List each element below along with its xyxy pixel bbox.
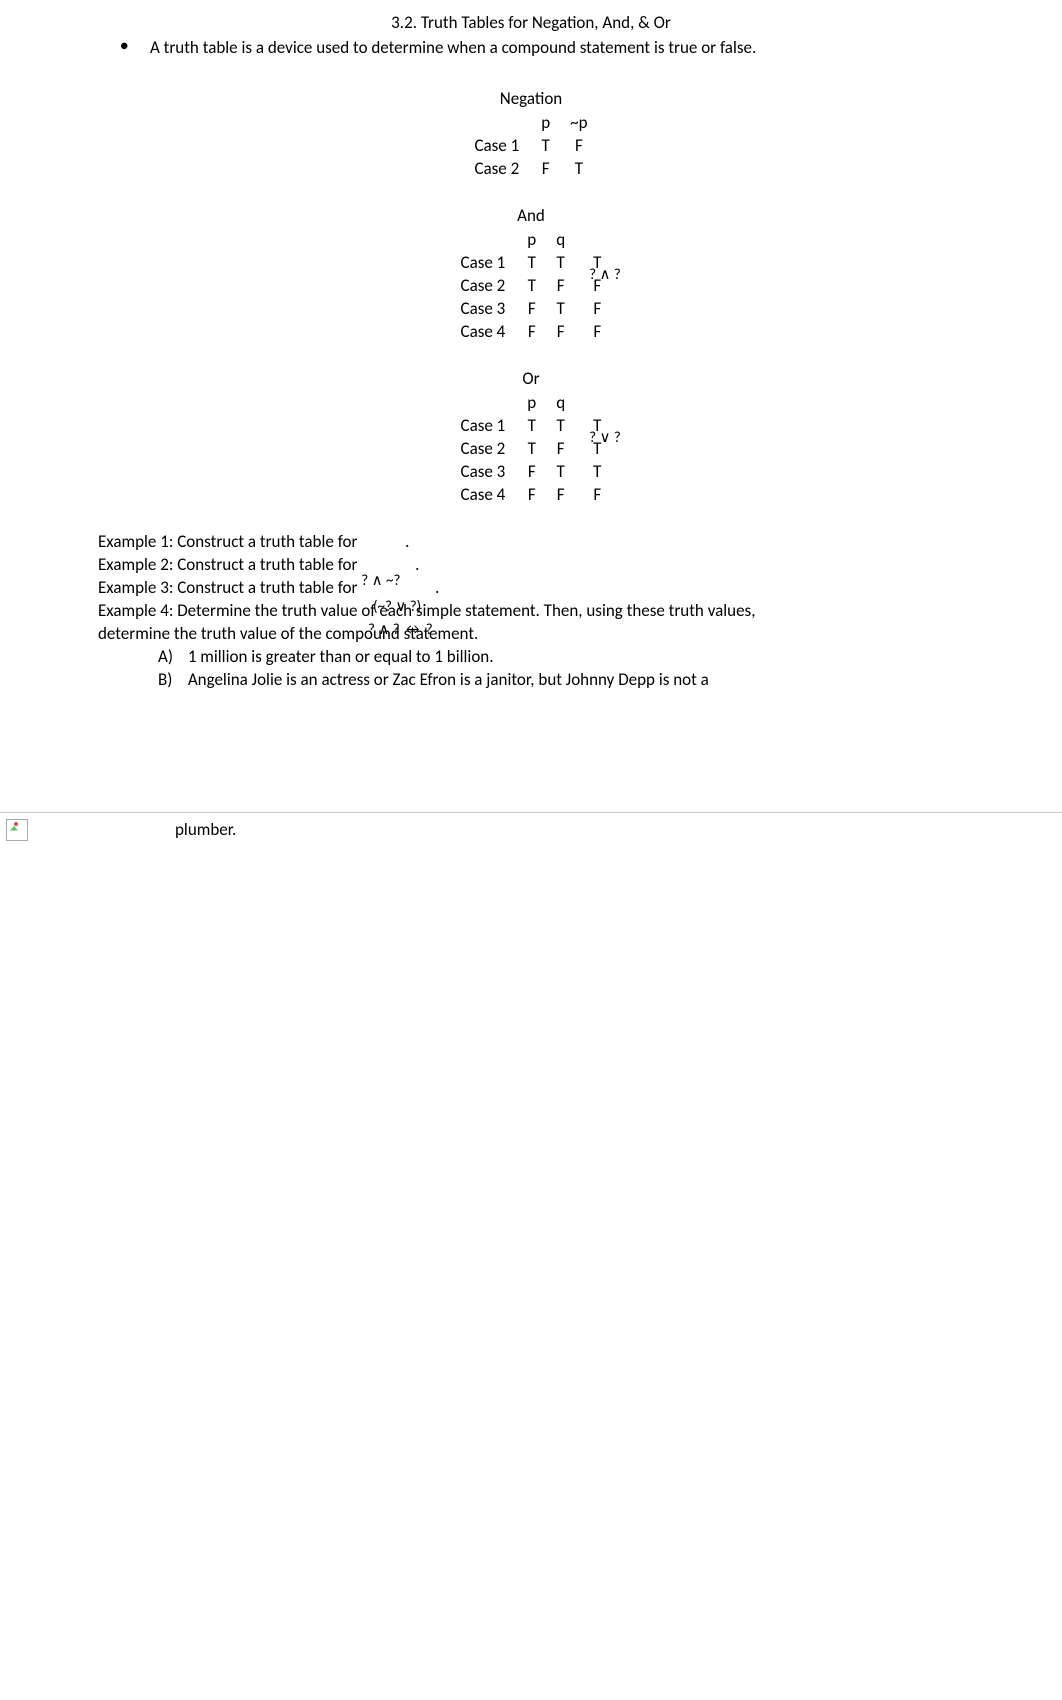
- table-row: Case 4 F F F: [451, 320, 612, 343]
- cell: T: [560, 157, 597, 180]
- table-row: Case 3 F T T: [451, 460, 612, 483]
- ex3-expr: ? ∧ ~?: [361, 571, 400, 591]
- option-a-text: 1 million is greater than or equal to 1 …: [188, 646, 494, 667]
- row-label: Case 2: [451, 437, 518, 460]
- example-4-line1: Example 4: Determine the truth value of …: [98, 600, 1002, 623]
- cell: F: [575, 483, 611, 506]
- cell: T: [517, 414, 546, 437]
- cell: T: [517, 274, 546, 297]
- cell: F: [575, 297, 611, 320]
- examples-block: Example 1: Construct a truth table for .…: [98, 531, 1002, 692]
- ex2-text: Example 2: Construct a truth table for: [98, 554, 361, 575]
- col-result: [575, 391, 611, 414]
- col-result: [575, 228, 611, 251]
- row-label: Case 2: [464, 157, 531, 180]
- cell: T: [546, 251, 575, 274]
- intro-text: A truth table is a device used to determ…: [150, 37, 756, 58]
- row-label: Case 3: [451, 297, 518, 320]
- and-header-row: p q: [451, 228, 612, 251]
- table-row: Case 2 F T: [464, 157, 597, 180]
- table-row: Case 4 F F F: [451, 483, 612, 506]
- bullet-dot: ●: [120, 37, 150, 58]
- continuation-text: plumber.: [175, 819, 236, 840]
- row-label: Case 1: [451, 251, 518, 274]
- or-title: Or: [271, 368, 791, 389]
- or-result-header: ? ∨ ?: [589, 428, 621, 447]
- cell: T: [546, 297, 575, 320]
- col-p: p: [531, 111, 560, 134]
- cell: T: [531, 134, 560, 157]
- cell: F: [560, 134, 597, 157]
- negation-title: Negation: [271, 88, 791, 109]
- cell: ? ∨ ? T: [575, 437, 611, 460]
- cell: F: [546, 320, 575, 343]
- table-row: Case 1 T T T: [451, 414, 612, 437]
- and-result-header: ? ∧ ?: [589, 265, 621, 284]
- cell: F: [517, 297, 546, 320]
- intro-bullet: ● A truth table is a device used to dete…: [120, 37, 1062, 58]
- ex4a-text: Example 4: Determine the truth value of …: [98, 600, 755, 621]
- row-label: Case 3: [451, 460, 518, 483]
- cell: F: [546, 437, 575, 460]
- ex2-trail: .: [415, 554, 419, 575]
- table-row: Case 1 T F: [464, 134, 597, 157]
- cell: F: [546, 483, 575, 506]
- page-break: plumber.: [0, 812, 1062, 842]
- row-label: Case 1: [464, 134, 531, 157]
- example-2: Example 2: Construct a truth table for .: [98, 554, 1002, 577]
- col-p: p: [517, 228, 546, 251]
- row-label: Case 1: [451, 414, 518, 437]
- negation-table: Negation p ~p Case 1 T F Case 2 F T: [271, 88, 791, 180]
- ex1-text: Example 1: Construct a truth table for: [98, 531, 361, 552]
- option-b: B) Angelina Jolie is an actress or Zac E…: [158, 669, 1002, 692]
- row-label: Case 4: [451, 483, 518, 506]
- example-4-line2: determine the truth value of the compoun…: [98, 623, 1002, 646]
- example-1: Example 1: Construct a truth table for .: [98, 531, 1002, 554]
- cell: T: [575, 460, 611, 483]
- col-p: p: [517, 391, 546, 414]
- cell: T: [517, 437, 546, 460]
- option-b-text: Angelina Jolie is an actress or Zac Efro…: [188, 669, 709, 690]
- blank: [464, 111, 531, 134]
- row-label: Case 4: [451, 320, 518, 343]
- cell: T: [546, 414, 575, 437]
- table-row: Case 1 T T T: [451, 251, 612, 274]
- ex1-trail: .: [405, 531, 409, 552]
- cell: F: [546, 274, 575, 297]
- negation-header-row: p ~p: [464, 111, 597, 134]
- ex3-text: Example 3: Construct a truth table for: [98, 577, 361, 598]
- cell: ? ∧ ? F: [575, 274, 611, 297]
- section-title: 3.2. Truth Tables for Negation, And, & O…: [0, 12, 1062, 33]
- cell: F: [575, 320, 611, 343]
- cell: T: [546, 460, 575, 483]
- col-notp: ~p: [560, 111, 597, 134]
- and-table: And p q Case 1 T T T Case 2 T F: [271, 205, 791, 343]
- or-table: Or p q Case 1 T T T Case 2 T F: [271, 368, 791, 506]
- or-header-row: p q: [451, 391, 612, 414]
- cell: F: [517, 320, 546, 343]
- cell: T: [517, 251, 546, 274]
- col-q: q: [546, 391, 575, 414]
- broken-image-icon: [6, 819, 28, 841]
- example-3: Example 3: Construct a truth table for ?…: [98, 577, 1002, 600]
- table-row: Case 2 T F ? ∧ ? F: [451, 274, 612, 297]
- ex4-overlay1: (~? ∨ ?): [373, 597, 421, 617]
- col-q: q: [546, 228, 575, 251]
- cell: F: [517, 460, 546, 483]
- cell: F: [517, 483, 546, 506]
- option-a-label: A): [158, 646, 184, 669]
- blank: [451, 228, 518, 251]
- table-row: Case 2 T F ? ∨ ? T: [451, 437, 612, 460]
- ex4-overlay2: ? ∧ ? ↔ ?: [368, 620, 433, 640]
- option-b-label: B): [158, 669, 184, 692]
- row-label: Case 2: [451, 274, 518, 297]
- cell: F: [531, 157, 560, 180]
- option-a: A) 1 million is greater than or equal to…: [158, 646, 1002, 669]
- blank: [451, 391, 518, 414]
- and-title: And: [271, 205, 791, 226]
- ex3-trail: .: [435, 577, 439, 598]
- table-row: Case 3 F T F: [451, 297, 612, 320]
